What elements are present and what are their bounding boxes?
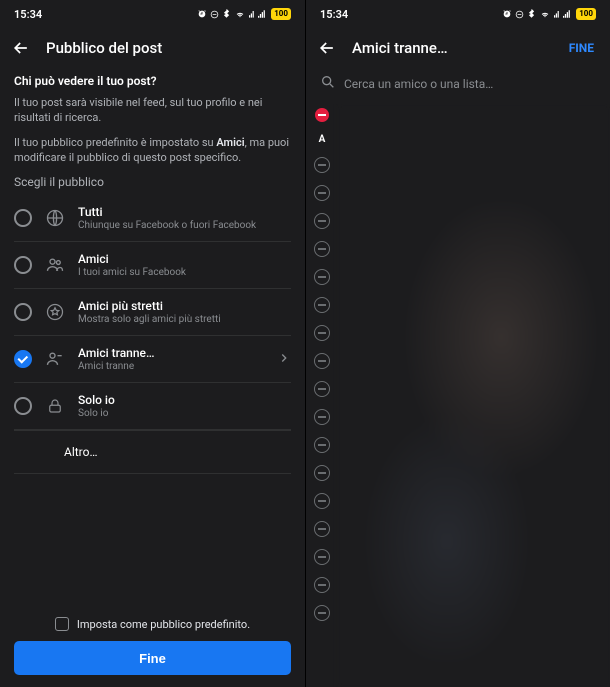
status-icons: 100 [502,8,596,20]
set-default-label: Imposta come pubblico predefinito. [77,618,250,631]
remove-friend-button[interactable] [314,213,330,229]
option-sub: Amici tranne [78,361,265,372]
option-sub: Solo io [78,408,291,419]
remove-friend-button[interactable] [314,381,330,397]
alarm-icon [197,9,207,19]
option-friends-except[interactable]: Amici tranne… Amici tranne [14,336,291,383]
status-bar: 15:34 100 [306,0,610,28]
question-heading: Chi può vedere il tuo post? [14,74,291,88]
option-sub: Chiunque su Facebook o fuori Facebook [78,220,291,231]
done-button[interactable]: Fine [14,641,291,675]
option-title: Tutti [78,205,291,219]
remove-friend-button[interactable] [314,353,330,369]
done-action[interactable]: FINE [563,37,600,59]
option-close-friends[interactable]: Amici più stretti Mostra solo agli amici… [14,289,291,336]
arrow-left-icon [317,38,337,58]
battery-badge: 100 [271,8,291,20]
arrow-left-icon [11,38,31,58]
remove-friend-button[interactable] [314,297,330,313]
option-title: Amici più stretti [78,299,291,313]
friend-list-blurred [338,104,610,687]
back-button[interactable] [316,37,338,59]
remove-friend-button[interactable] [314,185,330,201]
remove-friend-button[interactable] [314,269,330,285]
page-title: Amici tranne… [352,39,549,57]
selected-remove-icon[interactable] [315,108,329,122]
option-sub: I tuoi amici su Facebook [78,267,291,278]
right-panel: 15:34 100 Amici tranne… FINE Cerca un am… [305,0,610,687]
dnd-icon [210,10,219,19]
remove-friend-button[interactable] [314,577,330,593]
page-title: Pubblico del post [46,39,295,57]
friends-except-icon [44,348,66,370]
chevron-right-icon [277,350,291,369]
status-time: 15:34 [320,8,348,21]
option-more[interactable]: Altro… [14,430,291,474]
remove-friend-button[interactable] [314,493,330,509]
remove-friend-button[interactable] [314,409,330,425]
radio-unchecked[interactable] [14,397,32,415]
signal2-icon [563,9,573,19]
remove-friend-button[interactable] [314,241,330,257]
option-sub: Mostra solo agli amici più stretti [78,314,291,325]
info-text-1: Il tuo post sarà visibile nel feed, sul … [14,96,291,126]
back-button[interactable] [10,37,32,59]
right-header: Amici tranne… FINE [306,28,610,68]
remove-friend-button[interactable] [314,521,330,537]
status-time: 15:34 [14,8,42,21]
wifi-icon [539,9,551,19]
option-title: Solo io [78,393,291,407]
globe-icon [44,207,66,229]
left-panel: 15:34 100 Pubblico del post Chi può vede… [0,0,305,687]
signal1-icon [249,9,255,19]
option-friends[interactable]: Amici I tuoi amici su Facebook [14,242,291,289]
left-content: Chi può vedere il tuo post? Il tuo post … [0,68,305,607]
option-title: Amici [78,252,291,266]
status-icons: 100 [197,8,291,20]
battery-badge: 100 [576,8,596,20]
radio-unchecked[interactable] [14,209,32,227]
star-circle-icon [44,301,66,323]
alarm-icon [502,9,512,19]
left-footer: Imposta come pubblico predefinito. Fine [0,607,305,687]
right-body: A [306,104,610,687]
bluetooth-icon [222,9,231,19]
remove-friend-button[interactable] [314,437,330,453]
lock-icon [44,395,66,417]
bluetooth-icon [527,9,536,19]
info-text-2: Il tuo pubblico predefinito è impostato … [14,136,291,166]
set-default-row[interactable]: Imposta come pubblico predefinito. [14,617,291,631]
friends-icon [44,254,66,276]
wifi-icon [234,9,246,19]
remove-friend-button[interactable] [314,465,330,481]
option-public[interactable]: Tutti Chiunque su Facebook o fuori Faceb… [14,195,291,242]
signal2-icon [258,9,268,19]
option-only-me[interactable]: Solo io Solo io [14,383,291,430]
remove-friend-button[interactable] [314,325,330,341]
dnd-icon [515,10,524,19]
friend-list-sidebar: A [306,104,338,687]
signal1-icon [554,9,560,19]
radio-unchecked[interactable] [14,256,32,274]
remove-friend-button[interactable] [314,605,330,621]
search-icon [320,74,336,94]
search-bar[interactable]: Cerca un amico o una lista… [306,68,610,104]
option-title: Amici tranne… [78,346,265,360]
choose-label: Scegli il pubblico [14,175,291,189]
remove-friend-button[interactable] [314,549,330,565]
alpha-header: A [319,134,326,145]
remove-friend-button[interactable] [314,157,330,173]
left-header: Pubblico del post [0,28,305,68]
radio-checked[interactable] [14,350,32,368]
search-placeholder: Cerca un amico o una lista… [344,77,493,91]
status-bar: 15:34 100 [0,0,305,28]
checkbox-empty[interactable] [55,617,69,631]
radio-unchecked[interactable] [14,303,32,321]
